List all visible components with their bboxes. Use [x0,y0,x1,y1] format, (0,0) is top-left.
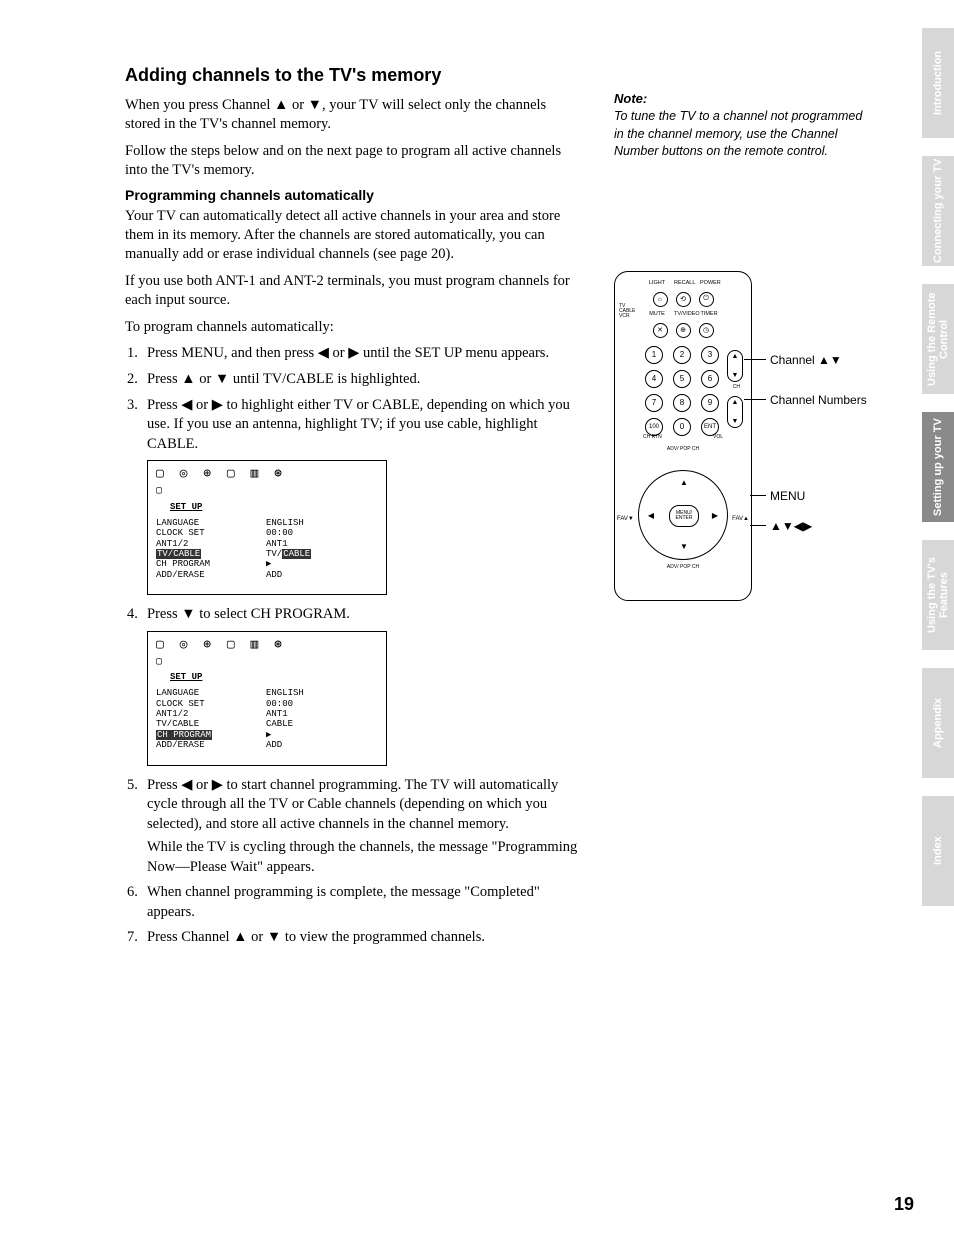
menu-enter-button: MENU/ ENTER [669,505,699,527]
step-5: Press ◀ or ▶ to start channel programmin… [147,776,584,878]
tab-remote: Using the Remote Control [922,284,954,394]
tab-connecting: Connecting your TV [922,156,954,266]
timer-button: ◷ [699,323,714,338]
callout-arrows: ▲▼◀▶ [770,519,812,533]
osd-icon-row: ▢ ◎ ⊕ ▢ ▥ ⊛ [156,467,378,482]
recall-button: ⟲ [676,292,691,307]
tvvideo-button: ⊕ [676,323,691,338]
tab-introduction: Introduction [922,28,954,138]
num-2: 2 [673,346,691,364]
vol-rocker: ▲▼ [727,396,743,428]
para-1: Your TV can automatically detect all act… [125,207,584,264]
step-1: Press MENU, and then press ◀ or ▶ until … [147,344,584,364]
side-tabs: Introduction Connecting your TV Using th… [922,28,954,906]
intro-1: When you press Channel ▲ or ▼, your TV w… [125,96,584,134]
para-2: If you use both ANT-1 and ANT-2 terminal… [125,272,584,310]
note-body: To tune the TV to a channel not programm… [614,108,874,161]
osd-screenshot-1: ▢ ◎ ⊕ ▢ ▥ ⊛ ▢ SET UP LANGUAGEENGLISH CLO… [147,460,387,595]
num-4: 4 [645,370,663,388]
num-8: 8 [673,394,691,412]
page-number: 19 [894,1194,914,1215]
remote-illustration: TVCABLEVCR LIGHT RECALL POWER ☼ ⟲ ⏻ MUTE… [614,271,874,601]
tab-setting-up: Setting up your TV [922,412,954,522]
num-5: 5 [673,370,691,388]
osd-title: SET UP [170,502,378,512]
dpad: MENU/ ENTER ▲ ▼ ◀ ▶ [638,470,728,560]
step-6: When channel programming is complete, th… [147,883,584,922]
note-heading: Note: [614,91,874,106]
osd-icon-row: ▢ ◎ ⊕ ▢ ▥ ⊛ [156,638,378,653]
sub-heading: Programming channels automatically [125,187,584,203]
page-title: Adding channels to the TV's memory [125,65,584,86]
num-7: 7 [645,394,663,412]
step-3: Press ◀ or ▶ to highlight either TV or C… [147,396,584,455]
num-1: 1 [645,346,663,364]
step-2: Press ▲ or ▼ until TV/CABLE is highlight… [147,370,584,390]
tv-cable-vcr-label: TVCABLEVCR [619,304,635,319]
step-7: Press Channel ▲ or ▼ to view the program… [147,928,584,948]
intro-2: Follow the steps below and on the next p… [125,142,584,180]
mute-button: ✕ [653,323,668,338]
osd-screenshot-2: ▢ ◎ ⊕ ▢ ▥ ⊛ ▢ SET UP LANGUAGEENGLISH CLO… [147,631,387,766]
channel-rocker: ▲▼ [727,350,743,382]
step-5-sub: While the TV is cycling through the chan… [147,838,584,877]
num-3: 3 [701,346,719,364]
callout-channel: Channel ▲▼ [770,353,842,367]
num-9: 9 [701,394,719,412]
num-6: 6 [701,370,719,388]
tab-features: Using the TV's Features [922,540,954,650]
osd-title: SET UP [170,672,378,682]
tab-appendix: Appendix [922,668,954,778]
light-button: ☼ [653,292,668,307]
callout-menu: MENU [770,489,805,503]
num-0: 0 [673,418,691,436]
callout-numbers: Channel Numbers [770,393,867,407]
tab-index: Index [922,796,954,906]
power-button: ⏻ [699,292,714,307]
step-4: Press ▼ to select CH PROGRAM. [147,605,584,625]
para-3: To program channels automatically: [125,318,584,337]
